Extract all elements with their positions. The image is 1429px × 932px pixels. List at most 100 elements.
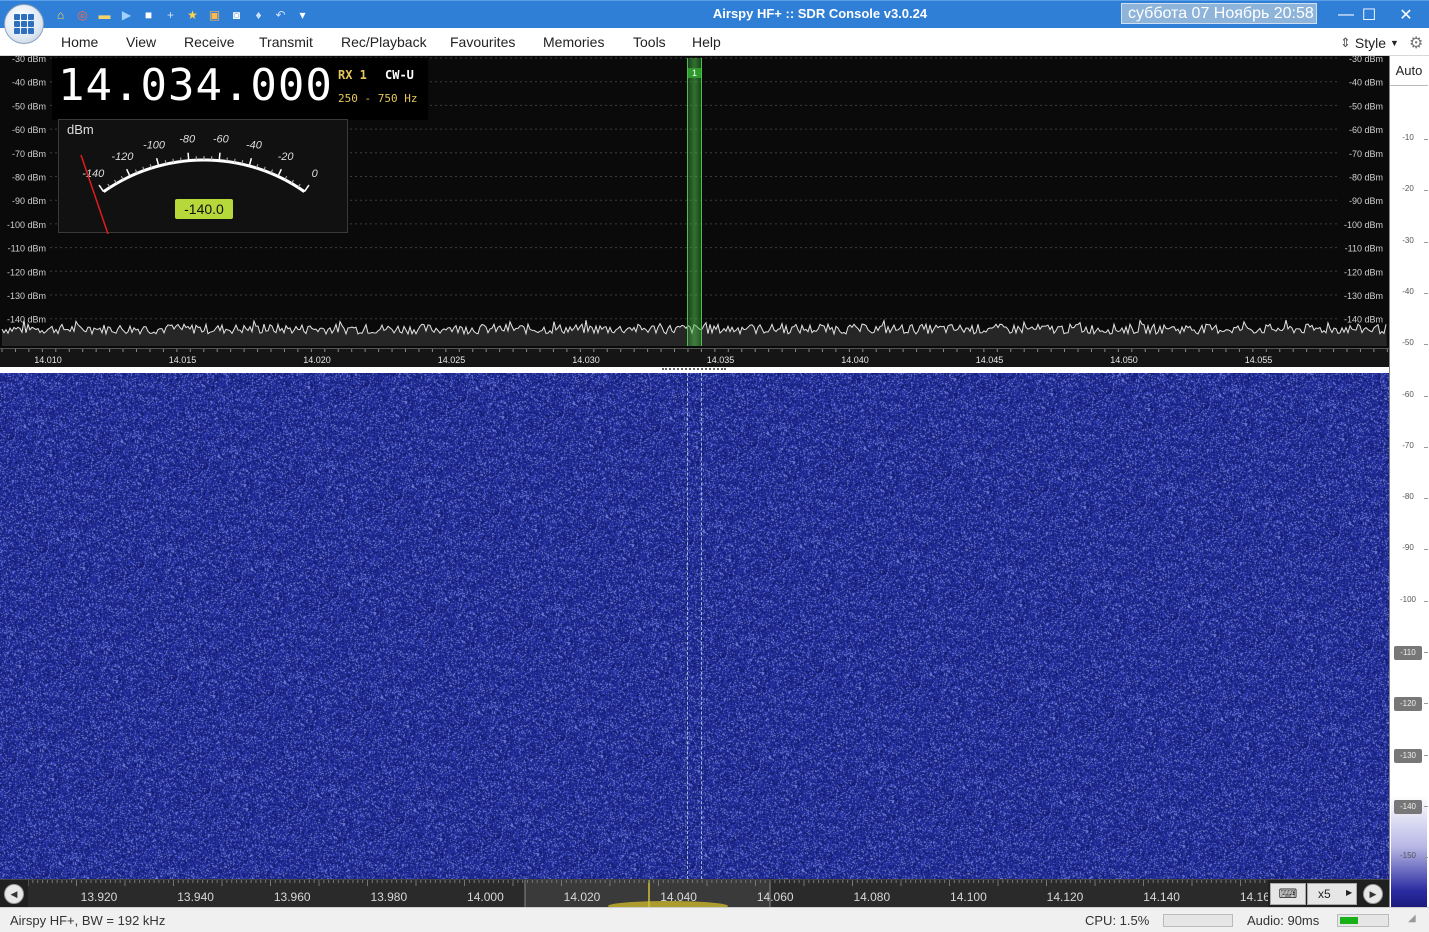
status-bar: Airspy HF+, BW = 192 kHz CPU: 1.5% Audio… — [0, 907, 1429, 932]
frequency-label: 14.035 — [707, 355, 735, 365]
cpu-meter — [1163, 914, 1233, 927]
chevron-right-icon: ▶ — [1346, 888, 1353, 897]
frequency-label: 14.050 — [1110, 355, 1138, 365]
application-button[interactable] — [4, 4, 44, 44]
level-label: -60 — [1402, 389, 1414, 399]
menu-memories[interactable]: Memories — [543, 34, 604, 50]
s-meter-arc — [102, 158, 306, 193]
overview-frequency-label: 14.060 — [757, 890, 794, 904]
level-tick — [1424, 600, 1428, 602]
level-label: -120 — [1394, 697, 1422, 712]
keyboard-icon: ⌨ — [1278, 886, 1298, 901]
menu-home[interactable]: Home — [61, 34, 98, 50]
s-meter-tick — [187, 152, 190, 161]
level-label: -70 — [1402, 440, 1414, 450]
level-label: -40 — [1402, 286, 1414, 296]
vfo-marker[interactable]: 1 — [687, 58, 702, 346]
waterfall-canvas[interactable] — [0, 373, 1389, 879]
undo-icon[interactable]: ↶ — [272, 7, 289, 24]
overview-frequency-label: 14.120 — [1047, 890, 1084, 904]
camera-icon[interactable]: ◙ — [228, 7, 245, 24]
level-tick — [1424, 652, 1428, 653]
level-tick — [1424, 139, 1428, 140]
level-tick — [1424, 190, 1428, 192]
lock-icon[interactable]: ▣ — [206, 7, 223, 24]
dbm-label-right: -80 dBm — [1349, 173, 1383, 183]
s-meter-tick — [218, 152, 221, 161]
dbm-label-right: -130 dBm — [1344, 291, 1383, 301]
frequency-label: 14.045 — [976, 355, 1004, 365]
s-meter-scale-label: -40 — [246, 140, 263, 152]
vfo-frequency[interactable]: 14.034.000 — [58, 60, 333, 111]
level-tick — [1424, 395, 1428, 397]
menu-help[interactable]: Help — [692, 34, 721, 50]
bandwidth-label[interactable]: 250 - 750 Hz — [338, 92, 417, 105]
s-meter-minor-tick — [172, 158, 175, 163]
level-label: -20 — [1402, 184, 1414, 194]
mode-label[interactable]: CW-U — [385, 68, 414, 82]
frequency-label: 14.055 — [1245, 355, 1273, 365]
s-meter-tick — [125, 168, 131, 177]
dbm-label-right: -90 dBm — [1349, 196, 1383, 206]
level-label: -30 — [1402, 235, 1414, 245]
waterfall-display[interactable] — [0, 373, 1389, 879]
overview-frequency-label: 13.960 — [274, 890, 311, 904]
resize-grip-icon[interactable]: ◢ — [1408, 913, 1416, 924]
arrow-left-icon: ◀ — [10, 888, 18, 899]
splitter-grip[interactable] — [662, 368, 726, 371]
drop-icon[interactable]: ♦ — [250, 7, 267, 24]
s-meter-scale-label: -80 — [179, 134, 196, 146]
cpu-status: CPU: 1.5% — [1085, 913, 1150, 928]
dropdown-icon[interactable]: ▾ — [294, 7, 311, 24]
star-icon[interactable]: ★ — [184, 7, 201, 24]
dbm-label-left: -110 dBm — [8, 244, 46, 254]
close-button[interactable]: ✕ — [1383, 1, 1429, 28]
style-icon: ⇕ — [1340, 35, 1351, 50]
arrow-right-icon: ▶ — [1369, 888, 1377, 899]
s-meter-scale-label: -20 — [278, 151, 295, 163]
chevron-down-icon: ▼ — [1390, 38, 1399, 48]
keyboard-button[interactable]: ⌨ — [1270, 883, 1306, 905]
stop-icon[interactable]: ■ — [140, 7, 157, 24]
overview-frequency-label: 13.940 — [177, 890, 214, 904]
auto-button[interactable]: Auto — [1390, 60, 1428, 86]
s-meter-scale-label: 0 — [312, 168, 319, 180]
level-tick — [1424, 344, 1428, 346]
waterfall-marker-left — [687, 373, 688, 879]
home-icon[interactable]: ⌂ — [52, 7, 69, 24]
menu-view[interactable]: View — [126, 34, 156, 50]
overview-frequency-label: 13.980 — [370, 890, 407, 904]
menu-transmit[interactable]: Transmit — [259, 34, 313, 50]
spectrum-display[interactable]: -30 dBm -30 dBm -40 dBm -40 dBm -50 dBm -50 d… — [0, 56, 1389, 348]
menu-rec-playback[interactable]: Rec/Playback — [341, 34, 427, 50]
frequency-axis[interactable]: 14.010 14.015 14.020 14.025 14.030 14.035 14.0… — [0, 348, 1389, 367]
s-meter-scale-label: -60 — [213, 134, 230, 146]
dbm-label-right: -60 dBm — [1349, 125, 1383, 135]
level-label: -90 — [1402, 543, 1414, 553]
menu-favourites[interactable]: Favourites — [450, 34, 515, 50]
level-tick — [1424, 498, 1428, 500]
zoom-select[interactable]: x5 ▶ — [1307, 883, 1357, 905]
lifebuoy-icon[interactable]: ◎ — [74, 7, 91, 24]
s-meter-tick — [303, 184, 310, 193]
level-label: -50 — [1402, 338, 1414, 348]
s-meter-minor-tick — [226, 157, 228, 162]
scroll-left-button[interactable]: ◀ — [4, 884, 24, 904]
plus-icon[interactable]: + — [162, 7, 179, 24]
play-icon[interactable]: ▶ — [118, 7, 135, 24]
menu-tools[interactable]: Tools — [633, 34, 666, 50]
style-menu[interactable]: ⇕ Style ▼ ⚙ — [1340, 33, 1423, 53]
level-label: -150 — [1399, 851, 1416, 861]
audio-meter — [1337, 914, 1389, 927]
dbm-label-right: -40 dBm — [1349, 78, 1383, 88]
scroll-right-button[interactable]: ▶ — [1363, 884, 1383, 904]
level-label: -100 — [1399, 594, 1416, 604]
overview-bar: ◀ 13.920 13.940 13.960 13.980 14.000 14.020 14… — [0, 879, 1389, 908]
level-tick — [1424, 446, 1428, 448]
overview-frequency-label: 14.020 — [564, 890, 601, 904]
menu-receive[interactable]: Receive — [184, 34, 235, 50]
waterfall-level-scale[interactable]: Auto -10 -20 -30 -40 -50 -60 -70 -80 -90 -100 -110… — [1389, 56, 1429, 908]
folder-icon[interactable]: ▬ — [96, 7, 113, 24]
gear-icon[interactable]: ⚙ — [1409, 33, 1423, 53]
overview-track[interactable]: 13.920 13.940 13.960 13.980 14.000 14.020 14.0… — [28, 880, 1268, 908]
